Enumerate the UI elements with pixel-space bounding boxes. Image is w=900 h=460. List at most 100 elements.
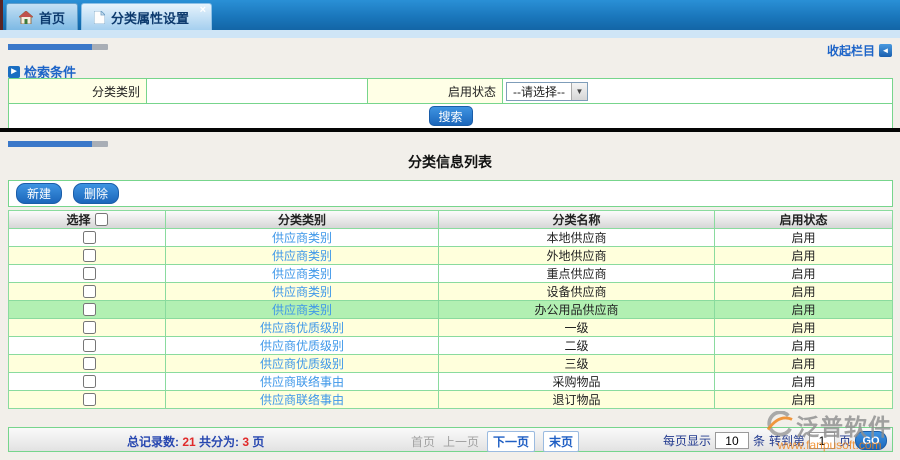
table-row: 供应商类别 本地供应商 启用 xyxy=(9,229,892,247)
table-row: 供应商优质级别 二级 启用 xyxy=(9,337,892,355)
row-checkbox[interactable] xyxy=(82,231,96,244)
row-status-cell: 启用 xyxy=(715,355,892,373)
per-page-input[interactable] xyxy=(714,432,749,449)
last-page-button[interactable]: 末页 xyxy=(543,431,580,452)
select-all-checkbox[interactable] xyxy=(94,213,108,226)
row-status-cell: 启用 xyxy=(715,265,892,283)
progress-bar-list xyxy=(8,141,108,147)
row-select-cell xyxy=(9,337,166,355)
category-input[interactable] xyxy=(147,79,367,103)
row-name-cell: 二级 xyxy=(439,337,715,355)
row-status-cell: 启用 xyxy=(715,391,892,409)
delete-button[interactable]: 删除 xyxy=(73,183,119,204)
header-status: 启用状态 xyxy=(715,211,892,229)
list-title: 分类信息列表 xyxy=(408,154,492,170)
row-category-cell: 供应商联络事由 xyxy=(166,373,439,391)
tab-category-settings[interactable]: 分类属性设置 × xyxy=(81,3,213,30)
row-checkbox[interactable] xyxy=(82,249,96,262)
row-category-cell: 供应商类别 xyxy=(166,283,439,301)
row-status-cell: 启用 xyxy=(715,283,892,301)
category-link[interactable]: 供应商类别 xyxy=(272,267,332,281)
row-select-cell xyxy=(9,355,166,373)
category-link[interactable]: 供应商优质级别 xyxy=(260,339,344,353)
table-row: 供应商联络事由 采购物品 启用 xyxy=(9,373,892,391)
window-edge xyxy=(0,0,3,30)
goto-label: 转到第 xyxy=(768,434,805,448)
row-name-cell: 外地供应商 xyxy=(439,247,715,265)
row-select-cell xyxy=(9,229,166,247)
category-link[interactable]: 供应商联络事由 xyxy=(260,393,344,407)
total-records: 21 xyxy=(182,435,196,449)
row-name-cell: 采购物品 xyxy=(439,373,715,391)
table-row: 供应商类别 重点供应商 启用 xyxy=(9,265,892,283)
row-checkbox[interactable] xyxy=(82,375,96,388)
row-checkbox[interactable] xyxy=(82,357,96,370)
goto-page-input[interactable] xyxy=(808,432,835,449)
row-status-cell: 启用 xyxy=(715,229,892,247)
header-select: 选择 xyxy=(9,211,166,229)
category-label: 分类类别 xyxy=(9,79,147,104)
header-category: 分类类别 xyxy=(166,211,439,229)
category-link[interactable]: 供应商优质级别 xyxy=(260,357,344,371)
row-category-cell: 供应商优质级别 xyxy=(166,337,439,355)
row-checkbox[interactable] xyxy=(82,303,96,316)
row-select-cell xyxy=(9,319,166,337)
table-row: 供应商优质级别 一级 启用 xyxy=(9,319,892,337)
status-label: 启用状态 xyxy=(368,79,503,104)
tab-bar: 首页 分类属性设置 × xyxy=(0,0,900,30)
next-page-button[interactable]: 下一页 xyxy=(487,431,536,452)
table-row: 供应商类别 设备供应商 启用 xyxy=(9,283,892,301)
category-link[interactable]: 供应商优质级别 xyxy=(260,321,344,335)
section-divider xyxy=(0,128,900,132)
collapse-icon: ◄ xyxy=(879,44,892,57)
search-button[interactable]: 搜索 xyxy=(428,106,473,126)
row-select-cell xyxy=(9,391,166,409)
chevron-down-icon: ▼ xyxy=(571,82,587,100)
section-play-icon: ▶ xyxy=(8,65,20,78)
category-link[interactable]: 供应商类别 xyxy=(272,231,332,245)
row-name-cell: 本地供应商 xyxy=(439,229,715,247)
row-category-cell: 供应商类别 xyxy=(166,247,439,265)
row-checkbox[interactable] xyxy=(82,339,96,352)
row-select-cell xyxy=(9,301,166,319)
total-pages: 3 xyxy=(242,435,250,449)
record-stats: 总记录数: 21 共分为: 3 页 xyxy=(127,435,265,449)
row-checkbox[interactable] xyxy=(82,393,96,406)
new-button[interactable]: 新建 xyxy=(16,183,62,204)
table-row: 供应商类别 外地供应商 启用 xyxy=(9,247,892,265)
status-select[interactable]: --请选择-- ▼ xyxy=(506,81,588,101)
per-page-unit: 条 xyxy=(752,434,765,448)
category-link[interactable]: 供应商类别 xyxy=(272,285,332,299)
table-row: 供应商类别 办公用品供应商 启用 xyxy=(9,301,892,319)
row-checkbox[interactable] xyxy=(82,267,96,280)
row-select-cell xyxy=(9,283,166,301)
row-name-cell: 退订物品 xyxy=(439,391,715,409)
category-link[interactable]: 供应商类别 xyxy=(272,249,332,263)
tab-home-label: 首页 xyxy=(39,10,66,26)
table-row: 供应商联络事由 退订物品 启用 xyxy=(9,391,892,409)
row-checkbox[interactable] xyxy=(82,321,96,334)
prev-page-link[interactable]: 上一页 xyxy=(443,433,479,450)
tab-home[interactable]: 首页 xyxy=(6,3,79,30)
category-table: 选择 分类类别 分类名称 启用状态 供应商类别 本地供应商 启用 供应商类别 外地供应商… xyxy=(8,210,893,409)
go-button[interactable]: GO xyxy=(855,431,887,450)
table-header-row: 选择 分类类别 分类名称 启用状态 xyxy=(9,211,892,229)
row-select-cell xyxy=(9,247,166,265)
close-icon[interactable]: × xyxy=(200,4,206,16)
progress-bar-top xyxy=(8,44,108,50)
per-page-controls: 每页显示 条 转到第 页 GO xyxy=(663,431,887,450)
row-name-cell: 一级 xyxy=(439,319,715,337)
collapse-columns-link[interactable]: 收起栏目 ◄ xyxy=(827,42,892,59)
row-status-cell: 启用 xyxy=(715,301,892,319)
row-category-cell: 供应商优质级别 xyxy=(166,319,439,337)
row-checkbox[interactable] xyxy=(82,285,96,298)
row-select-cell xyxy=(9,373,166,391)
row-category-cell: 供应商优质级别 xyxy=(166,355,439,373)
first-page-link[interactable]: 首页 xyxy=(411,433,435,450)
collapse-label: 收起栏目 xyxy=(826,44,875,58)
row-status-cell: 启用 xyxy=(715,337,892,355)
category-link[interactable]: 供应商类别 xyxy=(272,303,332,317)
search-form: 分类类别 启用状态 --请选择-- ▼ 搜索 xyxy=(8,78,893,129)
category-link[interactable]: 供应商联络事由 xyxy=(260,375,344,389)
row-name-cell: 设备供应商 xyxy=(439,283,715,301)
